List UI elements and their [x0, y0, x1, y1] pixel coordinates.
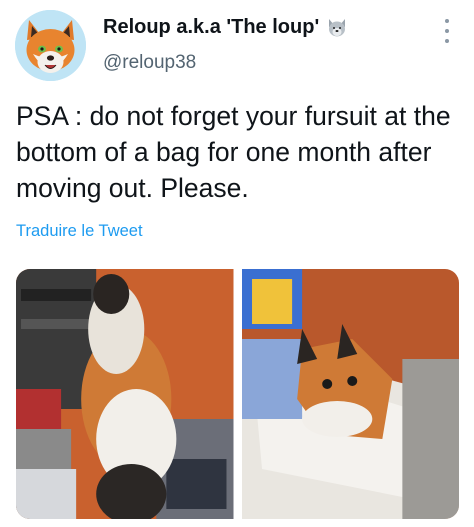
translate-tweet-link[interactable]: Traduire le Tweet	[16, 222, 143, 241]
tweet-text: PSA : do not forget your fursuit at the …	[16, 101, 451, 203]
wolf-face-icon	[326, 17, 348, 39]
author-handle[interactable]: @reloup38	[103, 52, 196, 74]
fox-avatar-icon	[15, 10, 86, 81]
avatar[interactable]	[15, 10, 86, 81]
display-name[interactable]: Reloup a.k.a 'The loup'	[103, 16, 319, 39]
tweet: Reloup a.k.a 'The loup' @reloup38 PSA : …	[0, 0, 474, 527]
tweet-media	[16, 269, 459, 519]
author-name-row: Reloup a.k.a 'The loup'	[103, 16, 348, 39]
fursuit-on-floor-photo[interactable]	[16, 269, 234, 519]
fursuit-head-on-bed-photo[interactable]	[241, 269, 459, 519]
more-options-icon[interactable]	[440, 19, 454, 43]
